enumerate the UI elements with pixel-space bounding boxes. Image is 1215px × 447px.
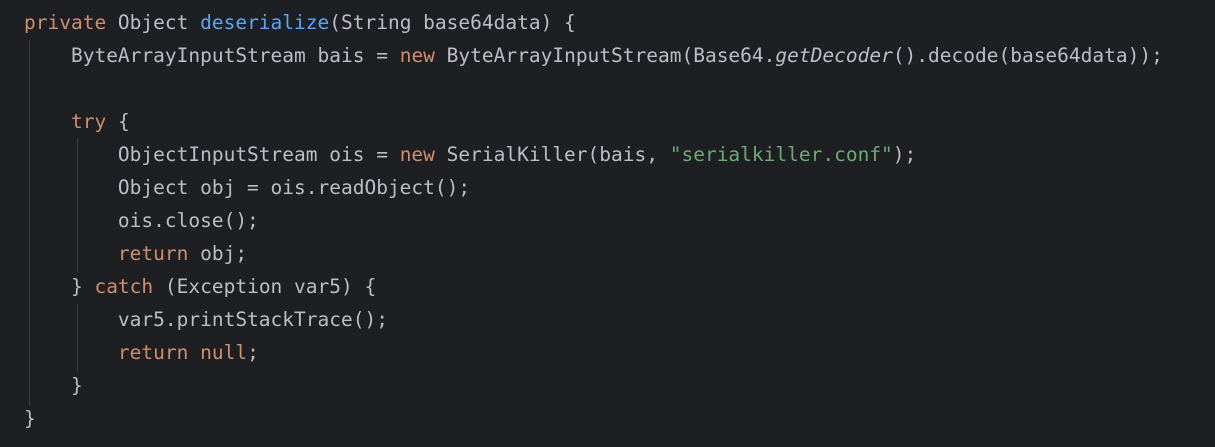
serialkiller-constructor: SerialKiller(bais, bbox=[434, 143, 670, 166]
keyword-return: return bbox=[117, 341, 189, 364]
keyword-catch: catch bbox=[94, 275, 154, 298]
read-object-statement: Object obj = ois.readObject(); bbox=[117, 176, 471, 199]
code-line-10: var5.printStackTrace(); bbox=[24, 303, 388, 336]
code-line-6: Object obj = ois.readObject(); bbox=[24, 171, 470, 204]
code-line-11: return null; bbox=[24, 336, 259, 369]
code-line-13: } bbox=[24, 402, 36, 435]
ois-declaration: ObjectInputStream ois = bbox=[117, 143, 400, 166]
closing-brace: } bbox=[24, 407, 36, 430]
code-line-4: try { bbox=[24, 105, 130, 138]
statement-end: ); bbox=[892, 143, 917, 166]
keyword-null: null bbox=[200, 341, 248, 364]
keyword-private: private bbox=[24, 11, 107, 34]
code-line-8: return obj; bbox=[24, 237, 247, 270]
code-editor[interactable]: private Object deserialize(String base64… bbox=[0, 0, 1215, 447]
method-name: deserialize bbox=[200, 11, 330, 34]
keyword-new: new bbox=[399, 44, 435, 67]
keyword-return: return bbox=[117, 242, 189, 265]
bais-constructor: ByteArrayInputStream(Base64. bbox=[434, 44, 776, 67]
code-line-12: } bbox=[24, 369, 83, 402]
keyword-try: try bbox=[70, 110, 107, 133]
code-line-9: } catch (Exception var5) { bbox=[24, 270, 376, 303]
print-stack-trace-statement: var5.printStackTrace(); bbox=[117, 308, 388, 331]
code-line-5: ObjectInputStream ois = new SerialKiller… bbox=[24, 138, 916, 171]
code-line-2: ByteArrayInputStream bais = new ByteArra… bbox=[24, 39, 1163, 72]
closing-brace: } bbox=[70, 374, 83, 397]
statement-end: ; bbox=[247, 341, 259, 364]
method-params: (String base64data) { bbox=[329, 11, 576, 34]
closing-brace: } bbox=[70, 275, 95, 298]
keyword-new: new bbox=[399, 143, 435, 166]
catch-clause: (Exception var5) { bbox=[153, 275, 377, 298]
close-statement: ois.close(); bbox=[117, 209, 259, 232]
decode-call: ().decode(base64data)); bbox=[892, 44, 1163, 67]
string-literal: "serialkiller.conf" bbox=[669, 143, 893, 166]
try-brace: { bbox=[106, 110, 130, 133]
code-line-7: ois.close(); bbox=[24, 204, 259, 237]
static-method-getdecoder: getDecoder bbox=[775, 44, 893, 67]
bais-declaration: ByteArrayInputStream bais = bbox=[70, 44, 400, 67]
return-type: Object bbox=[106, 11, 201, 34]
code-line-1: private Object deserialize(String base64… bbox=[24, 6, 576, 39]
return-value: obj; bbox=[188, 242, 248, 265]
